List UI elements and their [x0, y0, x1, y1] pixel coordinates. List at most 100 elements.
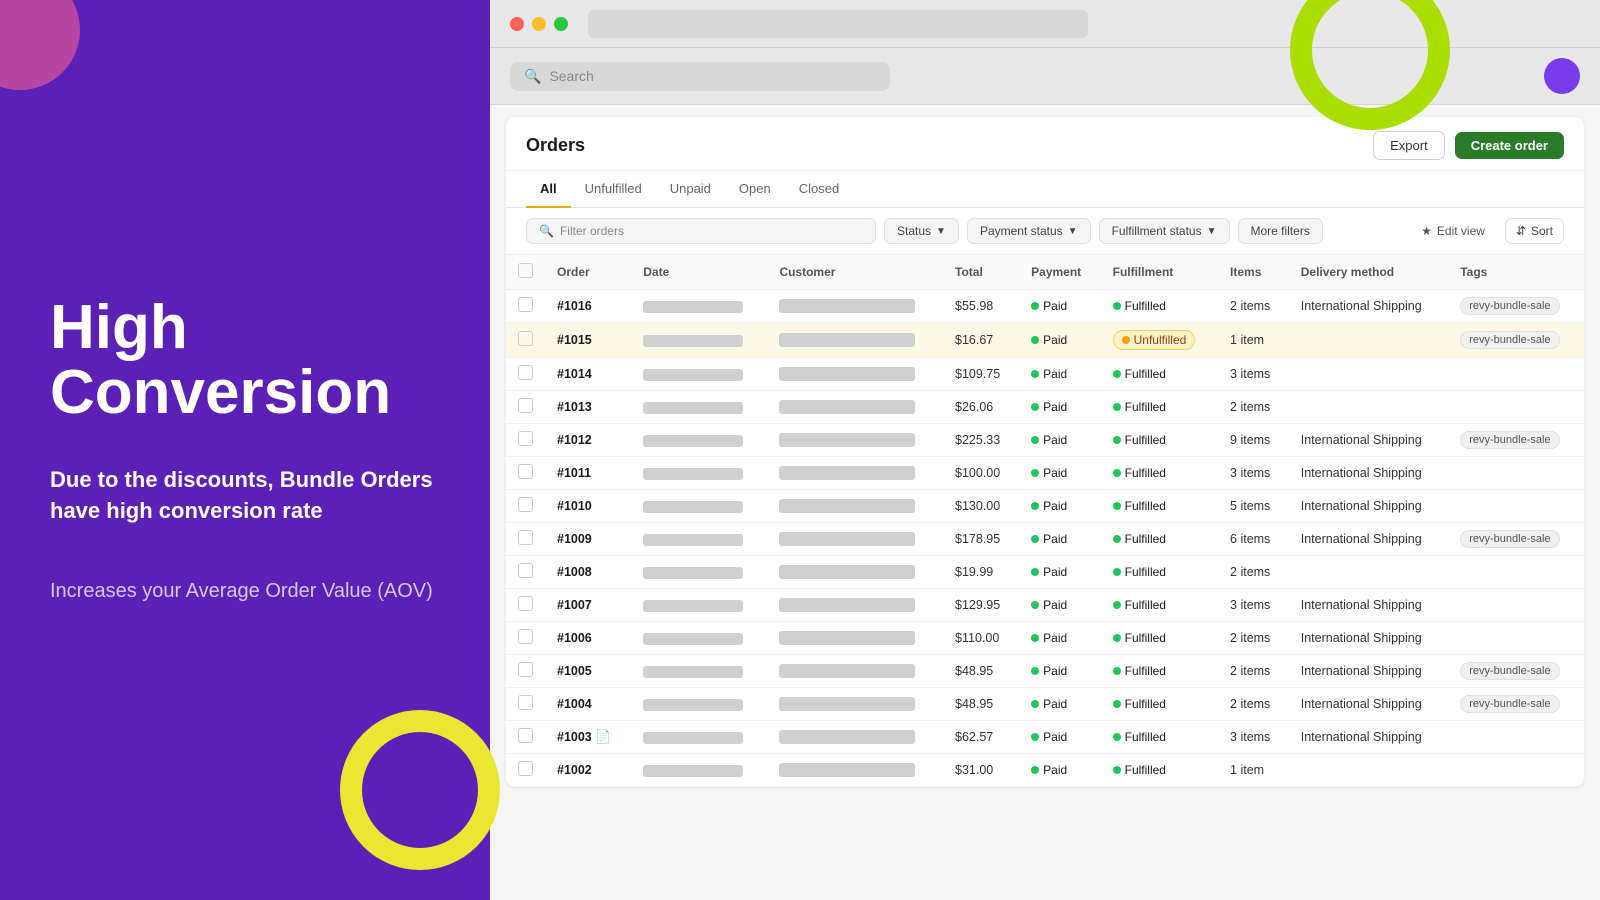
order-tags: revy-bundle-sale [1448, 290, 1584, 323]
order-number[interactable]: #1007 [557, 598, 592, 612]
traffic-light-green[interactable] [554, 17, 568, 31]
unfulfilled-badge: Unfulfilled [1113, 330, 1196, 350]
order-date [643, 600, 743, 612]
paid-dot [1031, 667, 1039, 675]
table-row[interactable]: #1007 $129.95PaidFulfilled3 itemsInterna… [506, 589, 1584, 622]
row-checkbox[interactable] [518, 662, 533, 677]
table-row[interactable]: #1012 $225.33PaidFulfilled9 itemsInterna… [506, 424, 1584, 457]
th-items: Items [1218, 255, 1289, 290]
payment-status: Paid [1019, 457, 1100, 490]
sort-button[interactable]: ⇵ Sort [1505, 218, 1564, 244]
row-checkbox[interactable] [518, 464, 533, 479]
order-number[interactable]: #1016 [557, 299, 592, 313]
order-number[interactable]: #1002 [557, 763, 592, 777]
table-row[interactable]: #1009 $178.95PaidFulfilled6 itemsInterna… [506, 523, 1584, 556]
table-row[interactable]: #1013 $26.06PaidFulfilled2 items [506, 391, 1584, 424]
payment-status: Paid [1019, 391, 1100, 424]
row-checkbox[interactable] [518, 365, 533, 380]
order-number[interactable]: #1003 [557, 730, 592, 744]
order-number[interactable]: #1009 [557, 532, 592, 546]
payment-status: Paid [1019, 688, 1100, 721]
row-checkbox[interactable] [518, 431, 533, 446]
tab-unpaid[interactable]: Unpaid [656, 171, 725, 208]
more-filters-button[interactable]: More filters [1238, 218, 1323, 244]
row-checkbox[interactable] [518, 331, 533, 346]
order-date [643, 732, 743, 744]
delivery-method: International Shipping [1289, 622, 1448, 655]
order-tags: revy-bundle-sale [1448, 655, 1584, 688]
payment-status: Paid [1019, 523, 1100, 556]
edit-view-button[interactable]: ★ Edit view [1409, 219, 1497, 243]
order-items-count: 1 item [1218, 323, 1289, 358]
row-checkbox[interactable] [518, 596, 533, 611]
order-number[interactable]: #1004 [557, 697, 592, 711]
table-row[interactable]: #1004 $48.95PaidFulfilled2 itemsInternat… [506, 688, 1584, 721]
row-checkbox[interactable] [518, 629, 533, 644]
traffic-light-yellow[interactable] [532, 17, 546, 31]
order-number[interactable]: #1008 [557, 565, 592, 579]
table-row[interactable]: #1010 $130.00PaidFulfilled5 itemsInterna… [506, 490, 1584, 523]
table-row[interactable]: #1011 $100.00PaidFulfilled3 itemsInterna… [506, 457, 1584, 490]
row-checkbox[interactable] [518, 563, 533, 578]
orders-header: Orders Export Create order [506, 117, 1584, 171]
payment-status-filter-button[interactable]: Payment status ▼ [967, 218, 1091, 244]
order-date [643, 534, 743, 546]
global-search-box[interactable]: 🔍 Search [510, 62, 890, 91]
order-tags [1448, 556, 1584, 589]
order-tags [1448, 589, 1584, 622]
export-button[interactable]: Export [1373, 131, 1445, 160]
order-total: $19.99 [943, 556, 1019, 589]
row-checkbox[interactable] [518, 297, 533, 312]
table-row[interactable]: #1005 $48.95PaidFulfilled2 itemsInternat… [506, 655, 1584, 688]
delivery-method: International Shipping [1289, 721, 1448, 754]
fulfillment-status: Fulfilled [1101, 655, 1218, 688]
customer-name [779, 400, 915, 414]
tag-pill: revy-bundle-sale [1460, 431, 1559, 449]
table-row[interactable]: #1008 $19.99PaidFulfilled2 items [506, 556, 1584, 589]
order-number[interactable]: #1014 [557, 367, 592, 381]
avatar[interactable] [1544, 58, 1580, 94]
filter-search-box[interactable]: 🔍 Filter orders [526, 218, 876, 244]
customer-name [779, 532, 915, 546]
order-total: $130.00 [943, 490, 1019, 523]
order-number[interactable]: #1010 [557, 499, 592, 513]
chevron-down-icon: ▼ [936, 226, 946, 237]
row-checkbox[interactable] [518, 695, 533, 710]
row-checkbox[interactable] [518, 761, 533, 776]
table-row[interactable]: #1014 $109.75PaidFulfilled3 items [506, 358, 1584, 391]
customer-name [779, 299, 915, 313]
page-title: Orders [526, 135, 585, 156]
fulfilled-dot [1113, 568, 1121, 576]
fulfillment-status-filter-button[interactable]: Fulfillment status ▼ [1099, 218, 1230, 244]
row-checkbox[interactable] [518, 530, 533, 545]
payment-status: Paid [1019, 721, 1100, 754]
status-filter-button[interactable]: Status ▼ [884, 218, 959, 244]
tab-closed[interactable]: Closed [785, 171, 853, 208]
order-number[interactable]: #1015 [557, 333, 592, 347]
fulfillment-status: Fulfilled [1101, 589, 1218, 622]
row-checkbox[interactable] [518, 497, 533, 512]
tab-all[interactable]: All [526, 171, 571, 208]
table-row[interactable]: #1003 📄 $62.57PaidFulfilled3 itemsIntern… [506, 721, 1584, 754]
table-row[interactable]: #1016 $55.98PaidFulfilled2 itemsInternat… [506, 290, 1584, 323]
table-row[interactable]: #1015 $16.67PaidUnfulfilled1 itemrevy-bu… [506, 323, 1584, 358]
fulfilled-dot [1113, 601, 1121, 609]
order-number[interactable]: #1012 [557, 433, 592, 447]
order-number[interactable]: #1013 [557, 400, 592, 414]
tab-unfulfilled[interactable]: Unfulfilled [571, 171, 656, 208]
th-date: Date [631, 255, 767, 290]
row-checkbox[interactable] [518, 728, 533, 743]
traffic-light-red[interactable] [510, 17, 524, 31]
order-number[interactable]: #1006 [557, 631, 592, 645]
fulfillment-status: Fulfilled [1101, 391, 1218, 424]
fulfilled-dot [1113, 667, 1121, 675]
order-number[interactable]: #1011 [557, 466, 591, 480]
row-checkbox[interactable] [518, 398, 533, 413]
order-number[interactable]: #1005 [557, 664, 592, 678]
tag-pill: revy-bundle-sale [1460, 530, 1559, 548]
create-order-button[interactable]: Create order [1455, 132, 1564, 159]
table-row[interactable]: #1006 $110.00PaidFulfilled2 itemsInterna… [506, 622, 1584, 655]
tab-open[interactable]: Open [725, 171, 785, 208]
fulfilled-dot [1113, 766, 1121, 774]
table-row[interactable]: #1002 $31.00PaidFulfilled1 item [506, 754, 1584, 787]
